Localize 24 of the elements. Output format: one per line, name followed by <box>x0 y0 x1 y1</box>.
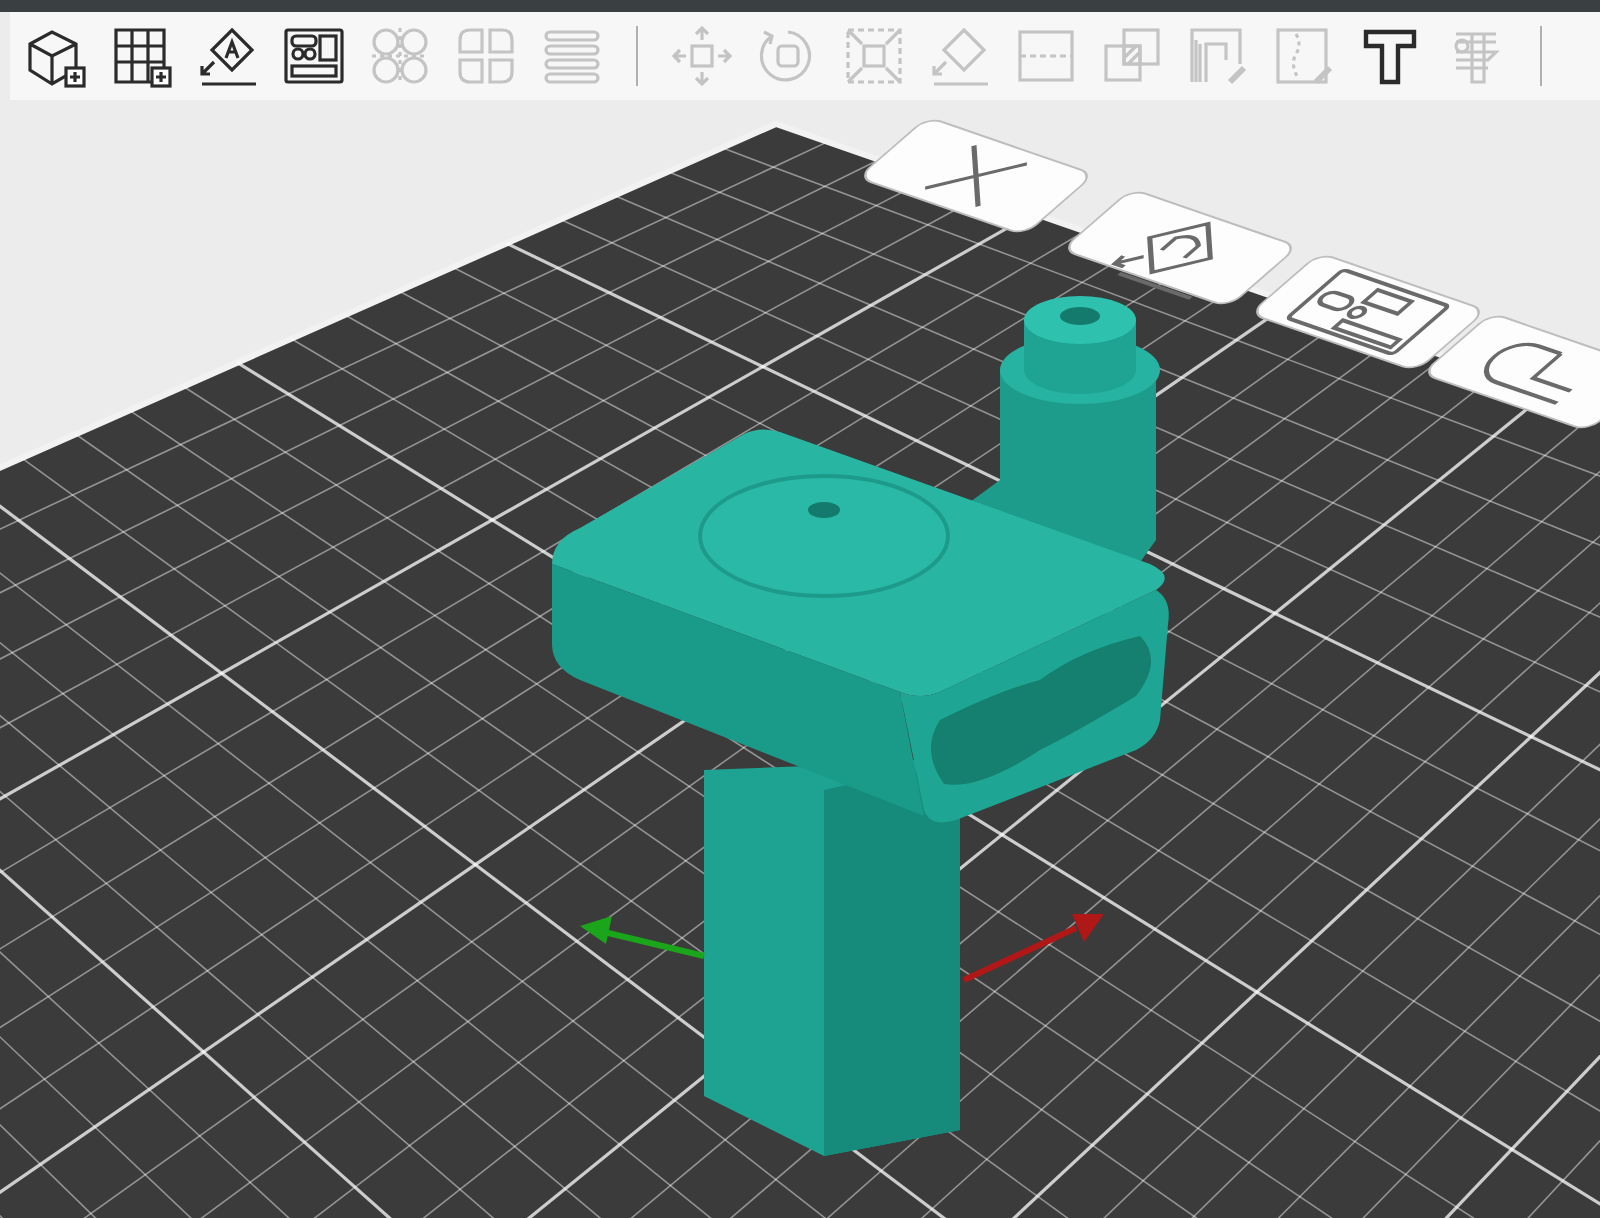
support-brush-icon <box>1186 24 1250 88</box>
split-circles-icon <box>368 24 432 88</box>
cube-plus-icon <box>24 24 88 88</box>
stacked-lines-icon <box>540 24 604 88</box>
toolbar-button[interactable] <box>280 22 348 90</box>
diamond-face-icon <box>928 24 992 88</box>
layout-icon <box>1285 267 1451 357</box>
boolean-squares-icon <box>1100 24 1164 88</box>
toolbar-button[interactable] <box>108 22 176 90</box>
y-axis-arrow <box>580 916 705 959</box>
cut-plane-icon <box>1014 24 1078 88</box>
split-shape-icon <box>454 24 518 88</box>
x-axis-arrow <box>962 914 1104 983</box>
scale-icon <box>842 24 906 88</box>
layout-icon <box>282 24 346 88</box>
text-icon <box>1358 24 1422 88</box>
plate-lock-icon <box>1484 342 1573 406</box>
seam-brush-icon <box>1272 24 1336 88</box>
diamond-arrow-icon <box>1110 221 1213 301</box>
toolbar-button[interactable] <box>194 22 262 90</box>
diamond-arrow-icon <box>196 24 260 88</box>
grid-plus-icon <box>110 24 174 88</box>
cross-icon <box>923 143 1029 209</box>
move-arrows-icon <box>670 24 734 88</box>
